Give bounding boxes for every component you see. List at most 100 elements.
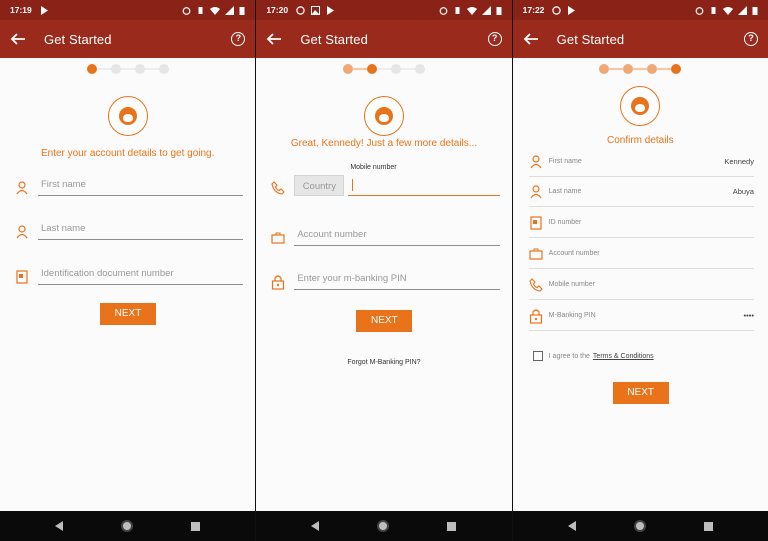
signal-icon <box>225 5 235 15</box>
pin-input[interactable]: Enter your m-banking PIN <box>294 268 500 290</box>
mobile-number-input[interactable] <box>348 174 500 196</box>
pin-field: Enter your m-banking PIN <box>270 268 500 290</box>
system-icons <box>182 5 245 15</box>
nav-home-icon[interactable] <box>633 520 646 532</box>
back-arrow-icon[interactable] <box>523 31 539 47</box>
nav-recents-icon[interactable] <box>191 521 201 531</box>
forgot-pin-link[interactable]: Forgot M-Banking PIN? <box>256 359 511 366</box>
terms-checkbox[interactable] <box>532 351 543 361</box>
last-name-field: Last name <box>14 218 244 240</box>
last-name-input[interactable]: Last name <box>38 218 244 240</box>
agree-text: I agree to the <box>548 352 590 360</box>
nav-back-icon[interactable] <box>311 521 320 531</box>
text-cursor <box>352 178 354 191</box>
back-arrow-icon[interactable] <box>266 31 282 47</box>
screen-step-1: 17:19 Get Started ? Enter your account d… <box>0 0 256 541</box>
status-bar: 17:22 <box>512 0 768 20</box>
play-store-icon <box>40 5 48 15</box>
help-icon[interactable]: ? <box>487 32 502 46</box>
person-icon <box>14 180 30 196</box>
play-store-icon <box>327 5 335 15</box>
first-name-field: First name <box>14 174 244 196</box>
row-label: M-Banking PIN <box>548 312 596 319</box>
whatsapp-icon <box>552 5 562 15</box>
next-button[interactable]: NEXT <box>100 303 156 325</box>
nav-home-icon[interactable] <box>377 520 390 532</box>
row-label: Last name <box>548 188 582 195</box>
confirm-row-account-number: Account number <box>528 239 754 269</box>
account-number-field: Account number <box>270 224 500 246</box>
lock-icon <box>270 274 286 290</box>
whatsapp-icon <box>296 5 305 15</box>
row-value: Abuya <box>732 187 754 196</box>
signal-icon <box>737 5 747 15</box>
account-number-input[interactable]: Account number <box>294 224 500 246</box>
nav-back-icon[interactable] <box>567 521 576 531</box>
row-label: Mobile number <box>548 281 595 288</box>
wifi-icon <box>722 6 733 15</box>
nav-recents-icon[interactable] <box>447 521 457 531</box>
alarm-icon <box>695 6 704 15</box>
help-icon[interactable]: ? <box>743 32 758 46</box>
vibrate-icon <box>711 6 716 14</box>
nav-back-icon[interactable] <box>55 521 64 531</box>
alarm-icon <box>439 6 448 15</box>
notification-icons <box>552 5 576 15</box>
status-time: 17:19 <box>10 5 32 15</box>
step-dot-3 <box>390 64 401 74</box>
status-time: 17:20 <box>266 5 289 15</box>
form-content: Confirm details First name Kennedy Last … <box>512 58 768 511</box>
nav-recents-icon[interactable] <box>703 521 713 531</box>
confirm-row-first-name: First name Kennedy <box>528 147 754 177</box>
page-title: Get Started <box>300 31 368 47</box>
step-indicator <box>513 64 768 74</box>
confirm-row-last-name: Last name Abuya <box>528 177 754 207</box>
next-button[interactable]: NEXT <box>612 382 669 404</box>
step-dot-2 <box>110 64 121 74</box>
play-store-icon <box>568 5 576 15</box>
user-avatar-icon <box>631 97 650 115</box>
step-indicator <box>256 64 511 74</box>
app-bar: Get Started ? <box>0 20 256 58</box>
step-dot-2 <box>623 64 634 74</box>
step-dot-1 <box>599 64 610 74</box>
country-select[interactable]: Country <box>294 175 345 196</box>
step-indicator <box>0 64 255 74</box>
confirm-row-mobile-number: Mobile number <box>528 270 754 300</box>
signal-icon <box>481 5 491 15</box>
person-icon <box>529 154 543 169</box>
notification-icons <box>40 5 48 15</box>
battery-icon <box>239 6 245 15</box>
phone-icon <box>529 277 543 292</box>
step-dot-1 <box>86 64 97 74</box>
image-icon <box>311 5 321 15</box>
headline: Confirm details <box>606 135 674 146</box>
help-icon[interactable]: ? <box>231 32 246 46</box>
vibrate-icon <box>455 6 460 14</box>
id-card-icon <box>529 215 543 230</box>
terms-link[interactable]: Terms & Conditions <box>593 353 654 360</box>
phone-icon <box>270 180 286 196</box>
status-time: 17:22 <box>522 5 545 15</box>
system-icons <box>439 5 502 15</box>
first-name-input[interactable]: First name <box>38 174 244 196</box>
app-bar: Get Started ? <box>512 20 768 58</box>
step-dot-2 <box>366 64 377 74</box>
nav-home-icon[interactable] <box>121 520 134 532</box>
lock-icon <box>529 308 543 324</box>
alarm-icon <box>182 6 191 15</box>
mobile-number-label: Mobile number <box>350 164 397 171</box>
row-label: First name <box>548 158 582 165</box>
page-title: Get Started <box>556 31 625 47</box>
back-arrow-icon[interactable] <box>10 31 26 47</box>
mobile-number-field: Country <box>270 174 500 196</box>
id-number-input[interactable]: Identification document number <box>38 263 244 285</box>
app-bar: Get Started ? <box>256 20 512 58</box>
android-nav-bar <box>512 511 768 541</box>
confirm-row-pin: M-Banking PIN •••• <box>528 301 754 331</box>
next-button[interactable]: NEXT <box>356 310 413 332</box>
person-icon <box>529 184 543 199</box>
headline: Enter your account details to get going. <box>40 148 215 159</box>
person-icon <box>14 224 30 240</box>
wifi-icon <box>210 6 221 15</box>
